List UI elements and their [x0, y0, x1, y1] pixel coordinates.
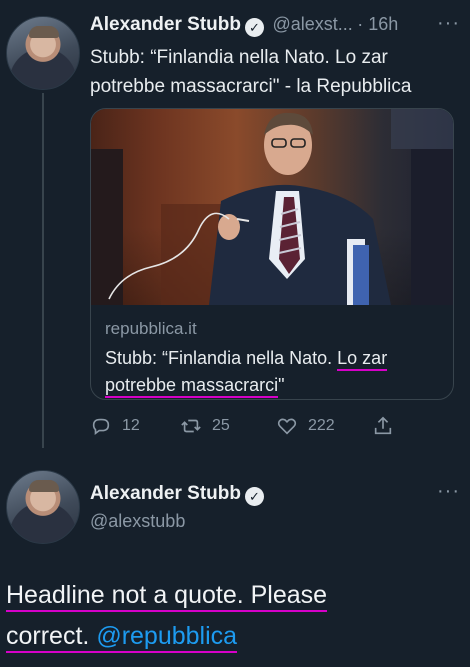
- avatar[interactable]: [6, 470, 80, 544]
- avatar[interactable]: [6, 16, 80, 90]
- card-domain: repubblica.it: [105, 319, 197, 338]
- tweet-text-line: potrebbe massacrarci" - la Repubblica: [90, 76, 412, 97]
- reply-header: Alexander Stubb ✓: [90, 483, 264, 506]
- reply-icon: [92, 418, 110, 435]
- heart-icon: [277, 418, 297, 435]
- card-photo-illustration: [91, 109, 453, 305]
- link-card[interactable]: repubblica.it Stubb: “Finlandia nella Na…: [90, 108, 454, 400]
- retweet-icon: [181, 419, 201, 433]
- card-image[interactable]: [91, 109, 453, 305]
- retweet-count: 25: [212, 417, 230, 434]
- share-button[interactable]: [372, 415, 402, 437]
- verified-badge-icon: ✓: [244, 18, 264, 37]
- reply-text-underlined: Headline not a quote. Please: [6, 581, 328, 612]
- retweet-button[interactable]: 25: [180, 415, 276, 437]
- more-options-icon[interactable]: ···: [437, 480, 460, 503]
- mention-link[interactable]: @repubblica: [96, 622, 237, 650]
- tweet-text: Stubb: “Finlandia nella Nato. Lo zar pot…: [90, 43, 460, 101]
- card-title-part: Stubb: “Finlandia nella Nato.: [105, 348, 333, 368]
- tweet-header: Alexander Stubb ✓ @alexst... · 16h: [90, 14, 450, 40]
- like-count: 222: [308, 417, 335, 434]
- card-title-part: ": [278, 375, 285, 395]
- author-handle[interactable]: @alexstubb: [90, 511, 185, 532]
- reply-text-part: correct.: [6, 622, 90, 650]
- verified-badge-icon: ✓: [244, 487, 264, 506]
- reply-count: 12: [122, 417, 140, 434]
- reply-text: Headline not a quote. Please correct. @r…: [6, 575, 466, 657]
- like-button[interactable]: 222: [276, 415, 372, 437]
- card-title-underlined: Lo zar: [337, 348, 388, 371]
- tweet-text-line: Stubb: “Finlandia nella Nato. Lo zar: [90, 47, 388, 68]
- dot-separator: ·: [357, 14, 369, 34]
- tweet-time[interactable]: 16h: [368, 14, 398, 34]
- reply-text-underlined: correct. @repubblica: [6, 622, 238, 653]
- card-title-underlined: potrebbe massacrarci: [105, 375, 279, 398]
- reply-button[interactable]: 12: [90, 415, 180, 437]
- author-name[interactable]: Alexander Stubb: [90, 14, 241, 35]
- card-title: Stubb: “Finlandia nella Nato. Lo zar pot…: [105, 345, 443, 399]
- tweet-actions: 12 25 222: [90, 413, 410, 439]
- share-icon: [374, 416, 392, 435]
- author-handle[interactable]: @alexst...: [272, 14, 352, 34]
- thread-connector-line: [42, 93, 44, 448]
- more-options-icon[interactable]: ···: [437, 12, 460, 35]
- author-name[interactable]: Alexander Stubb: [90, 483, 241, 504]
- card-meta: repubblica.it Stubb: “Finlandia nella Na…: [105, 319, 443, 399]
